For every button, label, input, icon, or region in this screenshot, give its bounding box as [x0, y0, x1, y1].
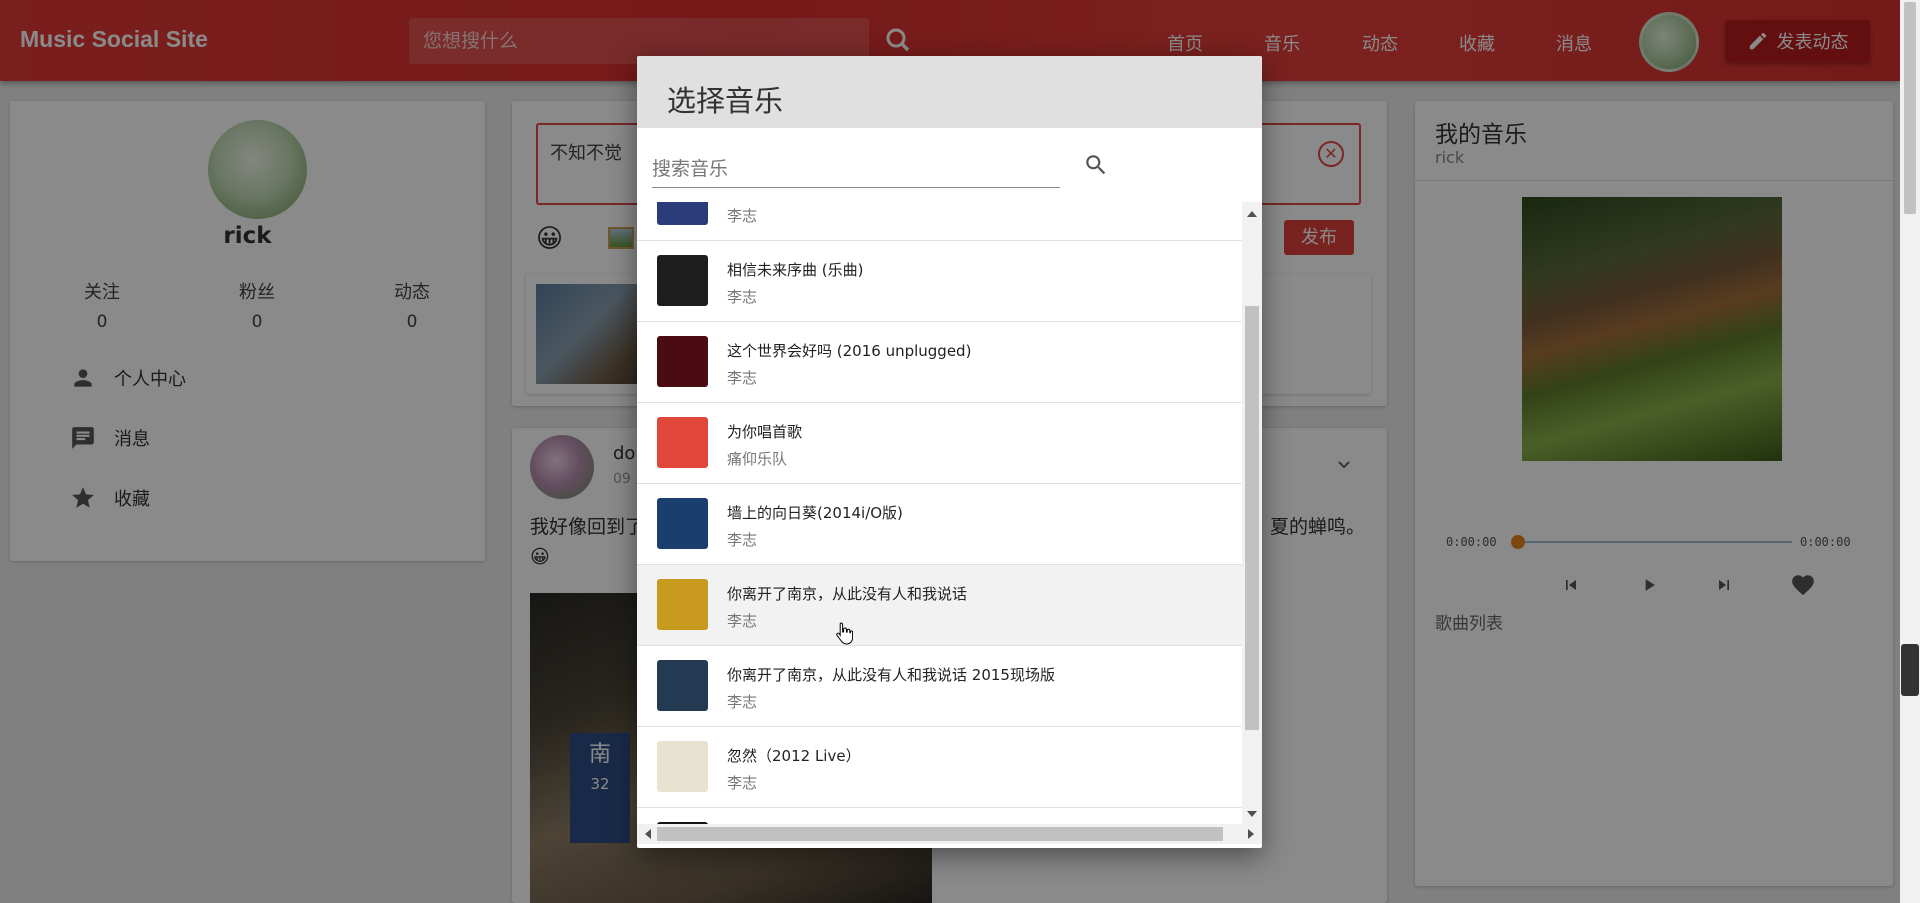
page-scrollbar[interactable] — [1900, 0, 1920, 903]
dialog-title: 选择音乐 — [667, 84, 784, 118]
song-cover — [657, 579, 708, 630]
song-artist: 李志 — [727, 288, 758, 306]
song-artist: 李志 — [727, 693, 758, 711]
song-name: 这个世界会好吗 (2016 unplugged) — [727, 342, 972, 360]
song-cover — [657, 498, 708, 549]
song-item[interactable]: 这个世界会好吗 (2016 unplugged) 李志 — [637, 322, 1242, 403]
song-cover — [657, 336, 708, 387]
song-list-vscrollbar[interactable] — [1242, 202, 1262, 824]
scroll-right-arrow-icon[interactable] — [1248, 829, 1254, 839]
select-music-dialog: 选择音乐 李志 相信未来序曲 (乐曲) 李志 这个世界会好吗 (2016 unp… — [637, 56, 1262, 848]
song-cover — [657, 202, 708, 225]
song-name: 你离开了南京，从此没有人和我说话 2015现场版 — [727, 666, 1055, 684]
search-icon[interactable] — [1083, 152, 1109, 178]
song-artist: 李志 — [727, 207, 758, 225]
song-item-hovered[interactable]: 你离开了南京，从此没有人和我说话 李志 — [637, 565, 1242, 646]
song-artist: 李志 — [727, 531, 758, 549]
song-artist: 李志 — [727, 774, 758, 792]
song-artist: 李志 — [727, 612, 758, 630]
song-list-hscrollbar[interactable] — [637, 824, 1262, 844]
scroll-left-arrow-icon[interactable] — [645, 829, 651, 839]
song-item[interactable]: 你离开了南京，从此没有人和我说话 2015现场版 李志 — [637, 646, 1242, 727]
scroll-down-arrow-icon[interactable] — [1247, 811, 1257, 817]
song-item[interactable]: 墙上的向日葵(2014i/O版) 李志 — [637, 484, 1242, 565]
song-name: 忽然（2012 Live） — [727, 747, 861, 765]
song-item[interactable]: 为你唱首歌 痛仰乐队 — [637, 403, 1242, 484]
song-item[interactable]: 相信未来序曲 (乐曲) 李志 — [637, 241, 1242, 322]
song-item[interactable] — [637, 808, 1242, 824]
song-item[interactable]: 忽然（2012 Live） 李志 — [637, 727, 1242, 808]
song-name: 相信未来序曲 (乐曲) — [727, 261, 864, 279]
dialog-header: 选择音乐 — [637, 56, 1262, 128]
hscrollbar-thumb[interactable] — [657, 827, 1223, 841]
floating-widget[interactable] — [1901, 644, 1919, 696]
hand-cursor-icon — [836, 622, 853, 645]
music-search-input[interactable] — [652, 150, 1060, 188]
scroll-up-arrow-icon[interactable] — [1247, 211, 1257, 217]
song-cover — [657, 741, 708, 792]
vscrollbar-thumb[interactable] — [1245, 306, 1259, 730]
song-cover — [657, 660, 708, 711]
song-name: 墙上的向日葵(2014i/O版) — [727, 504, 903, 522]
song-cover — [657, 255, 708, 306]
song-cover — [657, 417, 708, 468]
song-item[interactable]: 李志 — [637, 202, 1242, 241]
song-artist: 李志 — [727, 369, 758, 387]
song-list: 李志 相信未来序曲 (乐曲) 李志 这个世界会好吗 (2016 unplugge… — [637, 202, 1242, 824]
song-name: 为你唱首歌 — [727, 423, 803, 441]
song-artist: 痛仰乐队 — [727, 450, 788, 468]
page-scrollbar-thumb[interactable] — [1904, 2, 1916, 214]
song-name: 你离开了南京，从此没有人和我说话 — [727, 585, 968, 603]
